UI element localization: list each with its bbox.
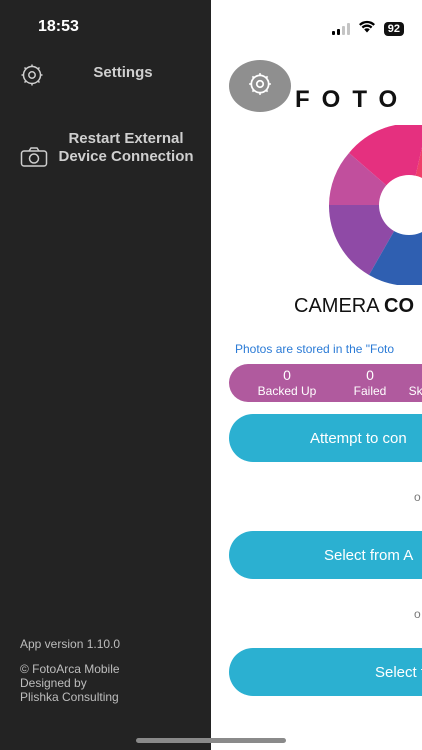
page-title: CAMERA CO [294,295,414,318]
stat-skipped-label: Skippe [408,384,422,398]
side-drawer: 18:53 Settings Restart External Device C… [0,0,211,750]
or-divider: o [414,607,421,621]
storage-info-text: Photos are stored in the "Foto [235,342,395,356]
brand-wordmark: FOTO [295,86,410,113]
aperture-logo-icon [328,123,422,290]
stat-skipped-value: 0 [397,367,422,383]
drawer-item-restart-label: Restart External Device Connection [58,130,194,165]
gear-icon [20,63,44,92]
copyright-text: © FotoArca Mobile [20,662,120,676]
gear-icon [247,71,273,102]
designed-by-text: Designed by [20,676,87,690]
wifi-icon [358,20,376,38]
app-version: App version 1.10.0 [20,637,121,651]
company-link[interactable]: Plishka Consulting [20,690,120,704]
status-indicators: 92 [331,20,404,38]
stat-backed-up-label: Backed Up [257,384,317,398]
drawer-credits: © FotoArca Mobile Designed by Plishka Co… [20,662,120,704]
drawer-item-settings[interactable]: Settings [0,60,211,90]
stat-failed: 0 Failed [347,367,393,399]
status-time: 18:53 [38,18,79,35]
settings-button[interactable] [229,60,291,112]
backup-stats-bar: 0 Backed Up 0 Failed 0 Skippe [229,364,422,402]
camera-icon [20,146,48,173]
select-from-albums-button[interactable]: Select from A [229,531,422,579]
cellular-signal-icon [331,23,350,35]
main-screen: 92 FOTO CAMERA CO Photos are stored in t… [211,0,422,750]
attempt-connect-button[interactable]: Attempt to con [229,414,422,462]
battery-indicator: 92 [383,22,404,36]
stat-backed-up: 0 Backed Up [251,367,323,399]
stat-skipped: 0 Skippe [397,367,422,399]
or-divider: o [414,490,421,504]
select-from-files-button[interactable]: Select fr [229,648,422,696]
drawer-item-restart-connection[interactable]: Restart External Device Connection [0,128,211,188]
home-indicator[interactable] [136,738,286,743]
stat-backed-up-value: 0 [283,367,291,383]
drawer-item-settings-label: Settings [93,64,153,81]
page-title-light: CAMERA [294,295,379,317]
stat-failed-value: 0 [366,367,374,383]
page-title-bold: CO [384,295,415,317]
stat-failed-label: Failed [353,384,387,398]
